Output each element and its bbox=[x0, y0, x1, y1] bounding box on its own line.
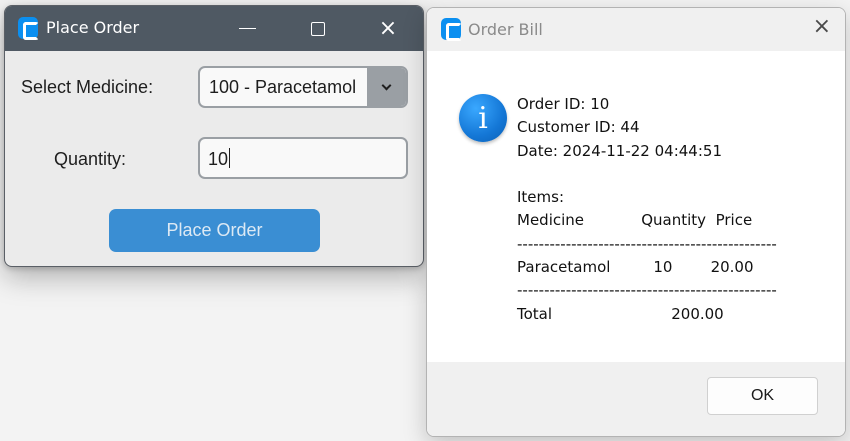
place-order-window: Place Order × Select Medicine: 100 - Par… bbox=[4, 5, 424, 267]
info-icon: i bbox=[459, 94, 507, 142]
chevron-down-icon bbox=[381, 80, 392, 90]
text-cursor bbox=[229, 148, 231, 168]
bill-message: Order ID: 10 Customer ID: 44 Date: 2024-… bbox=[517, 95, 777, 323]
close-icon: × bbox=[378, 15, 398, 41]
medicine-selected-value: 100 - Paracetamol bbox=[209, 77, 357, 97]
bill-close-icon[interactable]: × bbox=[813, 16, 831, 38]
minimize-icon bbox=[238, 28, 256, 29]
medicine-combobox[interactable]: 100 - Paracetamol bbox=[198, 66, 408, 108]
order-window-title: Place Order bbox=[46, 18, 140, 37]
medicine-dropdown-button[interactable] bbox=[367, 68, 406, 106]
quantity-value: 10 bbox=[208, 148, 231, 170]
quantity-label: Quantity: bbox=[54, 149, 127, 169]
app-icon bbox=[441, 18, 462, 41]
select-medicine-label: Select Medicine: bbox=[21, 77, 154, 97]
bill-dialog-titlebar[interactable]: Order Bill × bbox=[427, 8, 845, 51]
bill-dialog-title: Order Bill bbox=[468, 20, 543, 39]
app-icon bbox=[18, 17, 39, 40]
quantity-input[interactable]: 10 bbox=[198, 137, 408, 179]
bill-body: i Order ID: 10 Customer ID: 44 Date: 202… bbox=[427, 51, 845, 362]
place-order-button[interactable]: Place Order bbox=[109, 209, 320, 252]
maximize-button[interactable] bbox=[288, 6, 348, 51]
close-button[interactable]: × bbox=[358, 6, 418, 51]
maximize-icon bbox=[311, 21, 325, 36]
quantity-text: 10 bbox=[208, 149, 229, 169]
ok-button[interactable]: OK bbox=[707, 377, 818, 415]
order-bill-dialog: Order Bill × i Order ID: 10 Customer ID:… bbox=[426, 7, 846, 437]
order-window-titlebar[interactable]: Place Order × bbox=[5, 6, 423, 51]
minimize-button[interactable] bbox=[217, 6, 277, 51]
bill-footer: OK bbox=[427, 362, 845, 436]
